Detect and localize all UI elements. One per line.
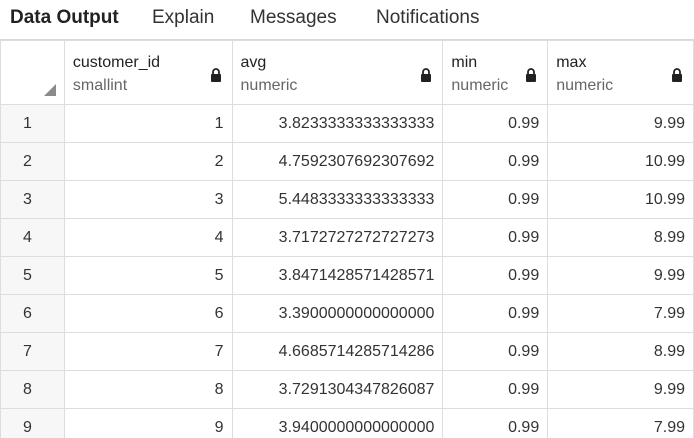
column-name: avg (240, 54, 267, 71)
cell-min[interactable]: 0.99 (442, 256, 549, 295)
data-grid[interactable]: customer_id smallint avg numeric min num… (0, 40, 694, 438)
lock-icon (672, 68, 682, 82)
cell-customer-id[interactable]: 9 (63, 408, 233, 438)
table-row[interactable]: 6 6 3.3900000000000000 0.99 7.99 (0, 294, 694, 333)
cell-max[interactable]: 9.99 (547, 370, 694, 409)
cell-avg[interactable]: 4.6685714285714286 (231, 332, 444, 371)
cell-min[interactable]: 0.99 (442, 218, 549, 257)
cell-max[interactable]: 9.99 (547, 104, 694, 143)
header-row: customer_id smallint avg numeric min num… (0, 40, 694, 105)
cell-customer-id[interactable]: 8 (63, 370, 233, 409)
cell-min[interactable]: 0.99 (442, 142, 549, 181)
cell-customer-id[interactable]: 6 (63, 294, 233, 333)
row-number[interactable]: 4 (0, 218, 65, 257)
cell-customer-id[interactable]: 4 (63, 218, 233, 257)
corner-triangle-icon (43, 84, 56, 96)
lock-icon (421, 68, 432, 82)
column-type: numeric (451, 77, 509, 94)
cell-customer-id[interactable]: 3 (63, 180, 233, 219)
cell-min[interactable]: 0.99 (442, 332, 549, 371)
cell-customer-id[interactable]: 5 (63, 256, 233, 295)
table-row[interactable]: 5 5 3.8471428571428571 0.99 9.99 (0, 256, 694, 295)
row-number[interactable]: 2 (0, 142, 65, 181)
results-table: customer_id smallint avg numeric min num… (0, 40, 694, 438)
table-row[interactable]: 3 3 5.4483333333333333 0.99 10.99 (0, 180, 694, 219)
cell-avg[interactable]: 3.7291304347826087 (231, 370, 444, 409)
lock-icon (210, 68, 221, 82)
cell-min[interactable]: 0.99 (442, 408, 549, 438)
column-header-customer-id[interactable]: customer_id smallint (63, 40, 233, 105)
cell-min[interactable]: 0.99 (442, 180, 549, 219)
cell-max[interactable]: 9.99 (547, 256, 694, 295)
select-all-corner[interactable] (0, 40, 65, 105)
tab-messages[interactable]: Messages (250, 7, 337, 29)
row-number[interactable]: 3 (0, 180, 65, 219)
cell-max[interactable]: 10.99 (547, 142, 694, 181)
cell-customer-id[interactable]: 2 (63, 142, 233, 181)
table-row[interactable]: 8 8 3.7291304347826087 0.99 9.99 (0, 370, 694, 409)
result-tabs: Data Output Explain Messages Notificatio… (0, 0, 694, 40)
row-number[interactable]: 1 (0, 104, 65, 143)
tab-explain[interactable]: Explain (152, 7, 214, 29)
table-row[interactable]: 2 2 4.7592307692307692 0.99 10.99 (0, 142, 694, 181)
column-name: customer_id (72, 54, 161, 71)
column-type: smallint (72, 77, 128, 94)
table-row[interactable]: 9 9 3.9400000000000000 0.99 7.99 (0, 408, 694, 438)
column-name: min (451, 54, 478, 71)
row-number[interactable]: 8 (0, 370, 65, 409)
cell-customer-id[interactable]: 1 (63, 104, 233, 143)
row-number[interactable]: 7 (0, 332, 65, 371)
cell-avg[interactable]: 3.8233333333333333 (231, 104, 444, 143)
cell-avg[interactable]: 3.8471428571428571 (231, 256, 444, 295)
table-row[interactable]: 4 4 3.7172727272727273 0.99 8.99 (0, 218, 694, 257)
column-header-min[interactable]: min numeric (442, 40, 549, 105)
column-header-max[interactable]: max numeric (547, 40, 694, 105)
cell-max[interactable]: 8.99 (547, 332, 694, 371)
cell-avg[interactable]: 4.7592307692307692 (231, 142, 444, 181)
column-type: numeric (240, 77, 298, 94)
cell-avg[interactable]: 5.4483333333333333 (231, 180, 444, 219)
cell-max[interactable]: 7.99 (547, 294, 694, 333)
table-row[interactable]: 7 7 4.6685714285714286 0.99 8.99 (0, 332, 694, 371)
row-number[interactable]: 9 (0, 408, 65, 438)
cell-max[interactable]: 7.99 (547, 408, 694, 438)
tab-notifications[interactable]: Notifications (376, 7, 480, 29)
lock-icon (526, 68, 537, 82)
tab-data-output[interactable]: Data Output (10, 7, 119, 29)
table-row[interactable]: 1 1 3.8233333333333333 0.99 9.99 (0, 104, 694, 143)
cell-max[interactable]: 8.99 (547, 218, 694, 257)
column-name: max (556, 54, 587, 71)
cell-avg[interactable]: 3.7172727272727273 (231, 218, 444, 257)
column-header-avg[interactable]: avg numeric (231, 40, 444, 105)
cell-min[interactable]: 0.99 (442, 104, 549, 143)
cell-min[interactable]: 0.99 (442, 370, 549, 409)
cell-max[interactable]: 10.99 (547, 180, 694, 219)
column-type: numeric (556, 77, 614, 94)
cell-avg[interactable]: 3.3900000000000000 (231, 294, 444, 333)
cell-customer-id[interactable]: 7 (63, 332, 233, 371)
cell-avg[interactable]: 3.9400000000000000 (231, 408, 444, 438)
cell-min[interactable]: 0.99 (442, 294, 549, 333)
row-number[interactable]: 5 (0, 256, 65, 295)
row-number[interactable]: 6 (0, 294, 65, 333)
